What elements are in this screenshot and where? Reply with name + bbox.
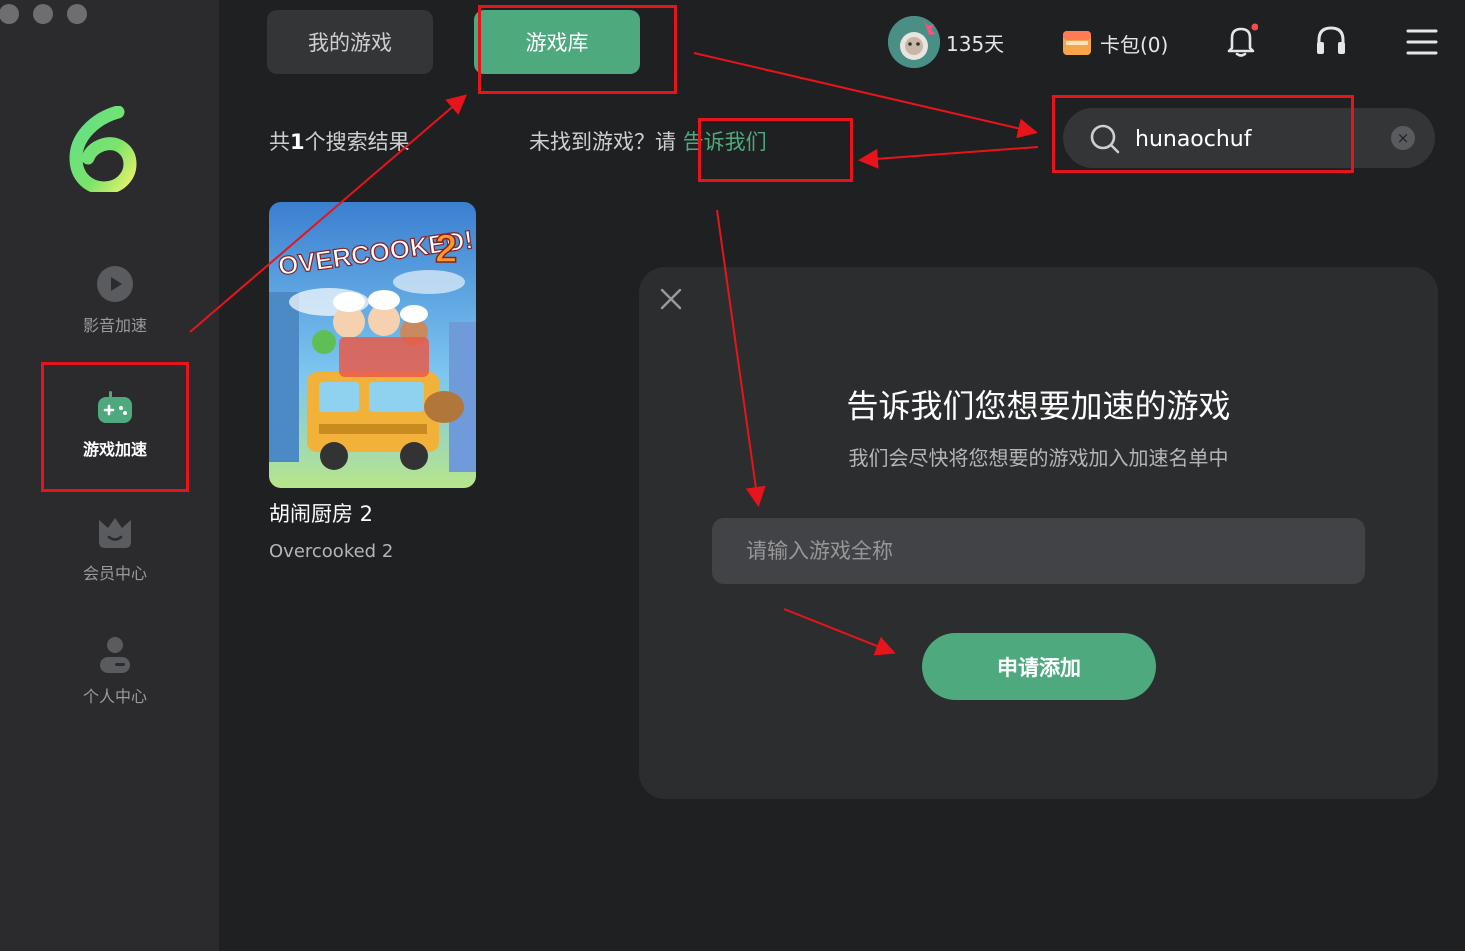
game-title[interactable]: 胡闹厨房 2: [269, 498, 373, 528]
bell-icon[interactable]: [1224, 22, 1258, 58]
sidebar-item-label: 游戏加速: [82, 440, 147, 459]
minimize-window-button[interactable]: [33, 4, 53, 24]
user-membership[interactable]: 135天: [888, 16, 1004, 68]
menu-icon[interactable]: [1406, 28, 1438, 56]
clear-search-button[interactable]: ×: [1391, 126, 1415, 150]
tell-us-link[interactable]: 告诉我们: [683, 130, 767, 154]
membership-days: 135天: [946, 31, 1005, 56]
not-found-notice: 未找到游戏？请 告诉我们: [529, 126, 767, 156]
window-controls: [0, 4, 87, 24]
search-icon: [1090, 124, 1120, 154]
headset-icon[interactable]: [1314, 22, 1348, 58]
search-bar[interactable]: ×: [1063, 108, 1435, 168]
sidebar: 影音加速 游戏加速 会员中心 个人中心: [0, 0, 219, 951]
person-icon: [100, 637, 130, 673]
game-card-cover[interactable]: OVERCOOKED! 2: [269, 202, 476, 488]
request-game-dialog: 告诉我们您想要加速的游戏 我们会尽快将您想要的游戏加入加速名单中 申请添加: [639, 267, 1438, 799]
sidebar-item-profile[interactable]: 个人中心: [42, 635, 188, 707]
tab-my-games[interactable]: 我的游戏: [267, 10, 433, 74]
search-input[interactable]: [1133, 120, 1377, 158]
avatar-icon: [888, 16, 940, 68]
dialog-title: 告诉我们您想要加速的游戏: [846, 387, 1231, 425]
sidebar-item-membership[interactable]: 会员中心: [42, 512, 188, 584]
avatar[interactable]: [888, 16, 940, 68]
result-count: 共1个搜索结果: [269, 126, 410, 156]
close-icon[interactable]: [657, 285, 685, 313]
close-window-button[interactable]: [0, 4, 19, 24]
play-circle-icon: [97, 266, 133, 302]
game-name-input[interactable]: [712, 518, 1365, 584]
apply-add-button[interactable]: 申请添加: [922, 633, 1156, 700]
result-count-prefix: 共: [269, 130, 290, 154]
wallet-label: 卡包(0): [1100, 32, 1169, 57]
game-cover-art: OVERCOOKED! 2: [269, 202, 476, 488]
annotation-arrow: [858, 146, 1039, 169]
result-count-suffix: 个搜索结果: [304, 130, 410, 154]
cover-logo-number: 2: [435, 227, 457, 271]
sidebar-item-video-boost[interactable]: 影音加速: [42, 264, 188, 336]
sidebar-item-game-boost[interactable]: 游戏加速: [42, 388, 188, 460]
sidebar-item-label: 影音加速: [82, 316, 147, 335]
app-logo: [69, 106, 137, 192]
dialog-subtitle: 我们会尽快将您想要的游戏加入加速名单中: [848, 446, 1229, 470]
crown-icon: [99, 518, 131, 548]
game-subtitle: Overcooked 2: [269, 541, 394, 562]
sidebar-item-label: 个人中心: [82, 687, 147, 706]
wallet-icon: [1063, 31, 1091, 55]
tab-game-library[interactable]: 游戏库: [474, 10, 640, 74]
sidebar-item-label: 会员中心: [82, 564, 147, 583]
zoom-window-button[interactable]: [67, 4, 87, 24]
wallet-button[interactable]: 卡包(0): [1062, 28, 1168, 58]
not-found-text: 未找到游戏？请: [529, 130, 676, 154]
gamepad-icon: [98, 391, 132, 423]
result-count-number: 1: [290, 130, 305, 154]
